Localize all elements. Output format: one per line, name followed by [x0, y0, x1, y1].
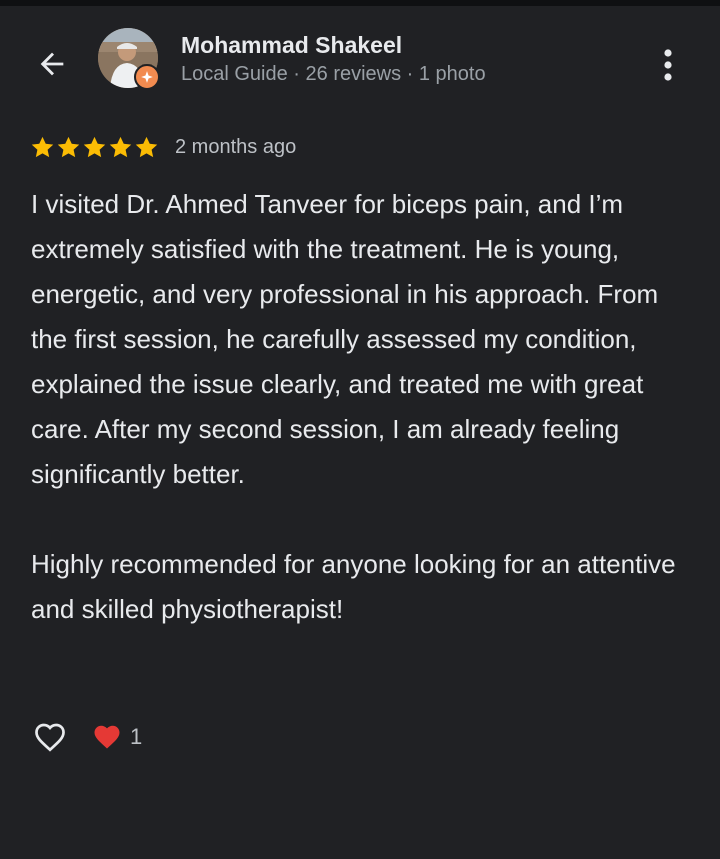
heart-outline-icon: [35, 723, 65, 752]
more-vert-icon: [664, 49, 672, 81]
red-heart-icon: [94, 725, 120, 749]
like-button[interactable]: [30, 717, 70, 757]
star-rating: [30, 135, 159, 160]
arrow-left-icon: [40, 52, 64, 76]
review-text: I visited Dr. Ahmed Tanveer for biceps p…: [31, 182, 701, 632]
local-guide-badge-icon: [134, 64, 160, 90]
reviewer-name[interactable]: Mohammad Shakeel: [181, 32, 402, 59]
more-options-button[interactable]: [648, 40, 688, 90]
reviewer-avatar-button[interactable]: [98, 28, 160, 90]
review-paragraph: Highly recommended for anyone looking fo…: [31, 549, 676, 624]
reaction-count: 1: [130, 724, 143, 749]
star-icon: [109, 136, 132, 157]
reaction-summary[interactable]: 1: [92, 722, 142, 752]
star-icon: [135, 136, 158, 157]
star-icon: [83, 136, 106, 157]
reviewer-meta: Local Guide · 26 reviews · 1 photo: [181, 63, 486, 85]
review-actions: 1: [30, 715, 142, 759]
rating-row: 2 months ago: [30, 132, 296, 162]
star-icon: [31, 136, 54, 157]
review-time: 2 months ago: [175, 135, 297, 158]
star-icon: [57, 136, 80, 157]
back-button[interactable]: [28, 40, 76, 88]
review-paragraph: I visited Dr. Ahmed Tanveer for biceps p…: [31, 189, 659, 489]
review-header: Mohammad Shakeel Local Guide · 26 review…: [0, 6, 720, 116]
